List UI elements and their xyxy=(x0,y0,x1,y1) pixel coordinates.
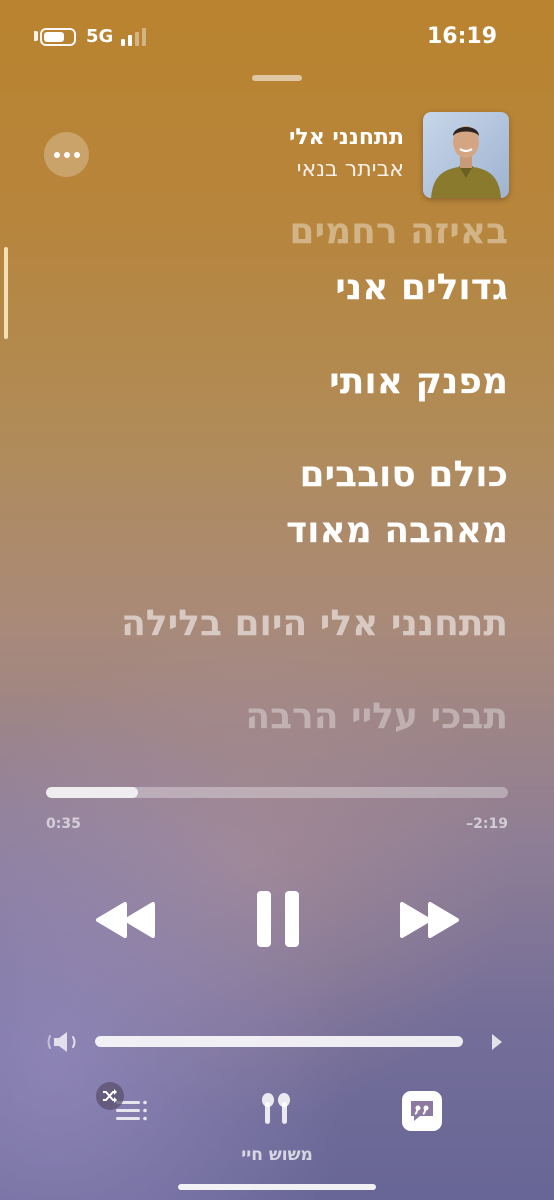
battery-tip xyxy=(34,31,38,41)
fast-forward-button[interactable] xyxy=(396,895,462,945)
airpods-icon xyxy=(262,1093,290,1124)
queue-button[interactable] xyxy=(96,1082,152,1128)
home-indicator[interactable] xyxy=(178,1184,376,1190)
more-icon xyxy=(53,151,60,158)
track-artist[interactable]: אביתר בנאי xyxy=(297,157,404,182)
album-artwork[interactable] xyxy=(423,112,509,198)
pause-icon xyxy=(257,891,299,947)
speaker-low-icon xyxy=(47,1032,76,1052)
signal-icon xyxy=(121,28,151,46)
lyrics-button[interactable] xyxy=(402,1091,442,1131)
airplay-device-label[interactable]: משוש חיי xyxy=(0,1145,554,1165)
volume-fill xyxy=(95,1036,463,1047)
lyric-line[interactable]: תבכי עליי הרבה xyxy=(245,695,508,739)
network-label: 5G xyxy=(86,26,114,47)
scroll-indicator xyxy=(4,247,8,339)
speaker-high-icon xyxy=(492,1034,502,1050)
status-bar: 5G 16:19 xyxy=(0,0,554,70)
more-button[interactable] xyxy=(44,132,89,177)
lyrics-quote-icon xyxy=(411,1101,433,1121)
battery-icon xyxy=(40,28,76,46)
playback-scrubber[interactable] xyxy=(46,787,508,798)
sheet-grabber[interactable] xyxy=(252,75,302,81)
airplay-button[interactable] xyxy=(253,1090,299,1130)
remaining-time: –2:19 xyxy=(466,816,508,832)
volume-slider[interactable] xyxy=(95,1036,463,1047)
lyric-line[interactable]: מפנק אותי xyxy=(329,360,508,404)
status-time: 16:19 xyxy=(426,24,497,49)
elapsed-time: 0:35 xyxy=(46,816,81,832)
lyric-line[interactable]: באיזה רחמים xyxy=(289,210,508,254)
fast-forward-icon xyxy=(400,902,459,938)
shuffle-icon[interactable] xyxy=(96,1082,124,1110)
lyric-line[interactable]: תתחנני אלי היום בלילה xyxy=(121,602,508,646)
lyric-line-active[interactable]: גדולים אני xyxy=(335,266,508,310)
lyric-line[interactable]: כולם סובבים xyxy=(299,453,508,497)
pause-button[interactable] xyxy=(250,885,306,953)
rewind-icon xyxy=(96,902,155,938)
playback-progress-fill xyxy=(46,787,139,798)
lyric-line[interactable]: מאהבה מאוד xyxy=(286,509,508,553)
rewind-button[interactable] xyxy=(93,895,159,945)
battery-fill xyxy=(44,32,64,42)
track-title[interactable]: תתחנני אלי xyxy=(289,125,404,150)
